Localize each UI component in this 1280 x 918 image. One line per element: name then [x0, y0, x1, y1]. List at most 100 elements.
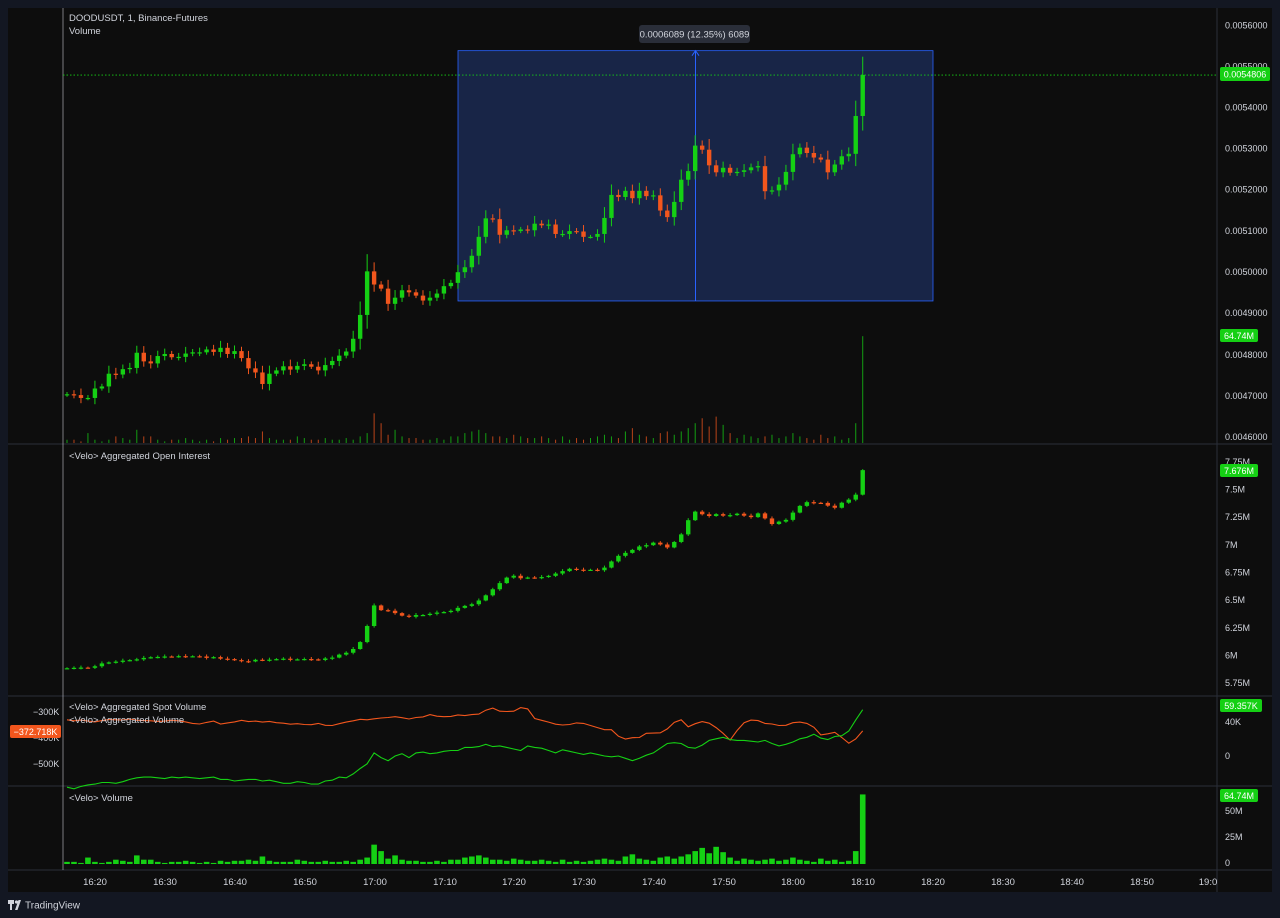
price-candle-body[interactable]: [567, 231, 572, 234]
price-candle-body[interactable]: [839, 156, 844, 165]
velo-volume-bar[interactable]: [280, 861, 287, 864]
velo-volume-bar[interactable]: [392, 855, 398, 864]
velo-volume-bar[interactable]: [545, 860, 552, 864]
price-candle-body[interactable]: [637, 190, 642, 199]
price-candle-body[interactable]: [455, 272, 461, 283]
price-candle-body[interactable]: [378, 284, 384, 289]
price-candle-body[interactable]: [783, 171, 789, 185]
velo-volume-bar[interactable]: [608, 859, 615, 864]
price-candle-body[interactable]: [825, 159, 831, 173]
velo-volume-bar[interactable]: [629, 854, 636, 864]
price-candle-body[interactable]: [385, 288, 391, 304]
price-candle-body[interactable]: [274, 370, 279, 374]
velo-volume-bar[interactable]: [552, 861, 559, 864]
velo-volume-bar[interactable]: [580, 861, 587, 864]
price-candle-body[interactable]: [260, 372, 265, 384]
velo-volume-bar[interactable]: [727, 857, 733, 864]
price-candle-body[interactable]: [330, 360, 335, 366]
oi-candle-body[interactable]: [595, 569, 600, 571]
velo-volume-bar[interactable]: [161, 862, 168, 864]
velo-volume-bar[interactable]: [287, 861, 294, 864]
oi-candle-body[interactable]: [169, 656, 174, 658]
price-candle-body[interactable]: [141, 352, 146, 362]
velo-volume-bar[interactable]: [357, 859, 363, 864]
oi-candle-body[interactable]: [811, 502, 817, 504]
price-candle-body[interactable]: [183, 353, 188, 357]
velo-volume-bar[interactable]: [231, 860, 238, 864]
velo-volume-bar[interactable]: [413, 860, 419, 864]
oi-candle-body[interactable]: [560, 571, 565, 574]
price-candle-body[interactable]: [846, 153, 851, 157]
velo-volume-bar[interactable]: [845, 860, 852, 864]
oi-candle-body[interactable]: [371, 605, 377, 627]
velo-volume-bar[interactable]: [371, 844, 377, 864]
price-candle-body[interactable]: [441, 286, 447, 294]
velo-volume-bar[interactable]: [622, 856, 629, 864]
oi-candle-body[interactable]: [462, 605, 468, 608]
velo-volume-bar[interactable]: [420, 861, 426, 864]
price-candle-body[interactable]: [832, 164, 837, 173]
price-candle-body[interactable]: [253, 368, 258, 373]
price-candle-body[interactable]: [497, 219, 502, 235]
velo-volume-bar[interactable]: [476, 855, 482, 864]
oi-candle-body[interactable]: [455, 607, 461, 611]
velo-volume-bar[interactable]: [441, 861, 447, 864]
oi-candle-body[interactable]: [316, 659, 321, 661]
price-candle-body[interactable]: [420, 295, 426, 301]
price-candle-body[interactable]: [211, 349, 216, 352]
price-candle-body[interactable]: [616, 194, 621, 197]
velo-volume-bar[interactable]: [825, 860, 831, 864]
price-candle-body[interactable]: [769, 190, 775, 192]
price-candle-body[interactable]: [811, 152, 817, 158]
oi-candle-body[interactable]: [539, 577, 544, 579]
oi-candle-body[interactable]: [357, 642, 363, 649]
oi-candle-body[interactable]: [246, 661, 251, 663]
oi-candle-body[interactable]: [644, 545, 649, 547]
symbol-title[interactable]: DOODUSDT, 1, Binance-Futures: [69, 13, 208, 24]
oi-candle-body[interactable]: [162, 656, 167, 658]
velo-volume-bar[interactable]: [832, 859, 838, 864]
oi-candle-body[interactable]: [720, 514, 726, 516]
oi-legend[interactable]: <Velo> Aggregated Open Interest: [69, 451, 210, 462]
price-candle-body[interactable]: [699, 145, 705, 150]
velo-volume-bar[interactable]: [147, 859, 154, 864]
price-candle-body[interactable]: [127, 367, 133, 370]
price-candle-body[interactable]: [225, 347, 230, 354]
oi-candle-body[interactable]: [504, 577, 509, 584]
price-candle-body[interactable]: [71, 394, 77, 396]
price-candle-body[interactable]: [644, 190, 649, 197]
velo-volume-bar[interactable]: [154, 861, 161, 864]
oi-candle-body[interactable]: [190, 656, 195, 658]
oi-candle-body[interactable]: [469, 604, 475, 606]
price-candle-body[interactable]: [302, 364, 307, 366]
price-candle-body[interactable]: [525, 229, 530, 231]
price-candle-body[interactable]: [693, 145, 698, 172]
price-candle-body[interactable]: [595, 233, 600, 237]
price-candle-body[interactable]: [511, 230, 516, 232]
price-candle-body[interactable]: [309, 364, 314, 367]
velo-volume-bar[interactable]: [455, 859, 461, 864]
oi-candle-body[interactable]: [134, 659, 139, 661]
oi-candle-body[interactable]: [609, 561, 614, 568]
price-candle-body[interactable]: [776, 184, 782, 191]
velo-volume-bar[interactable]: [106, 861, 112, 864]
volume-legend[interactable]: Volume: [69, 26, 101, 37]
oi-candle-body[interactable]: [567, 568, 572, 572]
oi-candle-body[interactable]: [218, 657, 223, 659]
oi-candle-body[interactable]: [183, 656, 188, 658]
velo-volume-bar[interactable]: [643, 859, 650, 864]
velo-volume-bar[interactable]: [134, 855, 140, 864]
oi-candle-body[interactable]: [385, 610, 391, 612]
oi-candle-body[interactable]: [630, 549, 635, 553]
oi-candle-body[interactable]: [413, 615, 419, 617]
price-candle-body[interactable]: [546, 224, 551, 226]
velo-volume-bar[interactable]: [140, 859, 147, 864]
oi-candle-body[interactable]: [665, 544, 670, 548]
oi-candle-body[interactable]: [853, 494, 858, 500]
oi-candle-body[interactable]: [155, 656, 160, 659]
velo-volume-bar[interactable]: [273, 861, 280, 864]
velo-volume-bar[interactable]: [496, 859, 503, 864]
price-candle-body[interactable]: [853, 116, 858, 154]
oi-candle-body[interactable]: [679, 534, 684, 542]
aggregated-volume-legend[interactable]: <Velo> Aggregated Volume: [69, 715, 184, 726]
